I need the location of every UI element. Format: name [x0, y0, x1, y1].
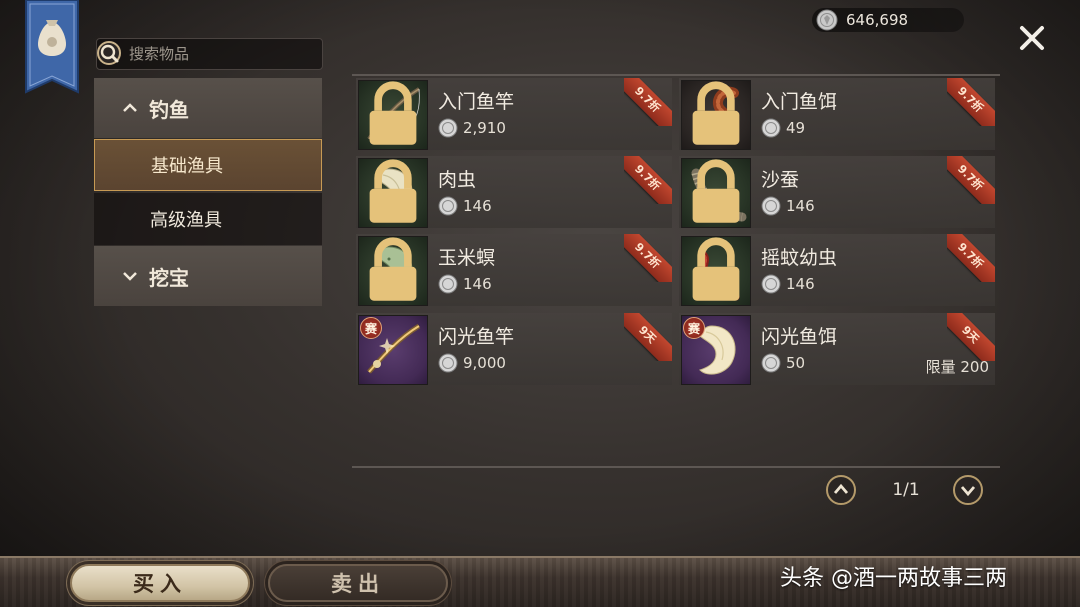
discount-ribbon: 9.7折 [624, 156, 672, 204]
item-price: 146 [761, 196, 815, 216]
ribbon-label: 9.7折 [947, 156, 995, 204]
item-price: 146 [438, 196, 492, 216]
item-thumbnail [681, 236, 751, 306]
page-down-button[interactable] [952, 474, 984, 506]
ribbon-label: 9.7折 [624, 156, 672, 204]
ribbon-label: 9.7折 [624, 234, 672, 282]
item-price: 146 [761, 274, 815, 294]
lock-icon [692, 237, 740, 301]
item-thumbnail: 赛 [358, 315, 428, 385]
item-thumbnail [358, 80, 428, 150]
shop-item-card[interactable]: 入门鱼饵 49 9.7折 [679, 78, 995, 150]
discount-ribbon: 9.7折 [947, 78, 995, 126]
item-name: 闪光鱼饵 [761, 326, 838, 348]
lock-icon [369, 159, 417, 223]
duration-ribbon: 9天 [947, 313, 995, 361]
item-price-value: 49 [786, 119, 806, 137]
item-name: 摇蚊幼虫 [761, 247, 838, 269]
item-price-value: 2,910 [463, 119, 506, 137]
item-price-value: 146 [786, 275, 815, 293]
watermark-text: 头条 @酒一两故事三两 [780, 566, 1007, 591]
lock-icon [692, 81, 740, 145]
subcategory-advanced-gear-label: 高级渔具 [150, 210, 222, 231]
silver-coin-icon [761, 196, 781, 216]
silver-coin-icon [438, 118, 458, 138]
item-price-value: 146 [463, 275, 492, 293]
ribbon-label: 9.7折 [947, 78, 995, 126]
buy-tab-button[interactable]: 买入 [70, 564, 250, 602]
item-name: 玉米螟 [438, 247, 496, 269]
ribbon-label: 9.7折 [624, 78, 672, 126]
silver-coin-icon [761, 274, 781, 294]
silver-coin-icon [761, 118, 781, 138]
page-indicator: 1/1 [892, 480, 920, 500]
item-price-value: 146 [786, 197, 815, 215]
search-icon [97, 41, 121, 65]
shop-item-card[interactable]: 赛 闪光鱼竿 9,000 9天 [356, 313, 672, 385]
silver-coin-icon [438, 274, 458, 294]
subcategory-basic-gear-label: 基础渔具 [151, 156, 223, 177]
item-name: 肉虫 [438, 169, 477, 191]
silver-coin-icon [761, 353, 781, 373]
subcategory-advanced-gear[interactable]: 高级渔具 [94, 193, 322, 245]
item-thumbnail [681, 158, 751, 228]
category-fishing[interactable]: 钓鱼 [94, 78, 322, 138]
search-box[interactable] [96, 38, 323, 70]
item-price: 2,910 [438, 118, 506, 138]
sell-tab-button[interactable]: 卖出 [268, 564, 448, 602]
search-input[interactable] [129, 45, 309, 63]
event-badge: 赛 [683, 317, 705, 339]
grid-divider-bottom [352, 466, 1000, 468]
chevron-up-icon [123, 103, 137, 112]
silver-coin-icon [438, 196, 458, 216]
duration-ribbon: 9天 [624, 313, 672, 361]
category-fishing-label: 钓鱼 [149, 97, 189, 122]
close-icon[interactable] [1016, 22, 1048, 54]
silver-currency-display: 646,698 [812, 8, 964, 32]
item-thumbnail [358, 236, 428, 306]
item-thumbnail [681, 80, 751, 150]
grid-divider-top [352, 74, 1000, 76]
item-price: 50 [761, 353, 805, 373]
discount-ribbon: 9.7折 [947, 156, 995, 204]
item-name: 闪光鱼竿 [438, 326, 515, 348]
item-name: 入门鱼饵 [761, 91, 838, 113]
item-price: 146 [438, 274, 492, 294]
lock-icon [369, 81, 417, 145]
discount-ribbon: 9.7折 [947, 234, 995, 282]
category-treasure-dig-label: 挖宝 [149, 265, 189, 290]
shop-item-card[interactable]: 摇蚊幼虫 146 9.7折 [679, 234, 995, 306]
shop-item-card[interactable]: 玉米螟 146 9.7折 [356, 234, 672, 306]
subcategory-basic-gear[interactable]: 基础渔具 [94, 139, 322, 191]
chevron-down-icon [123, 272, 137, 281]
ribbon-label: 9天 [947, 313, 995, 361]
discount-ribbon: 9.7折 [624, 234, 672, 282]
discount-ribbon: 9.7折 [624, 78, 672, 126]
silver-coin-icon [438, 353, 458, 373]
item-price-value: 9,000 [463, 354, 506, 372]
silver-coin-icon [816, 9, 838, 31]
category-treasure-dig[interactable]: 挖宝 [94, 246, 322, 306]
item-thumbnail: 赛 [681, 315, 751, 385]
item-name: 沙蚕 [761, 169, 800, 191]
shop-item-card[interactable]: 肉虫 146 9.7折 [356, 156, 672, 228]
ribbon-label: 9.7折 [947, 234, 995, 282]
item-price: 49 [761, 118, 805, 138]
shop-item-card[interactable]: 入门鱼竿 2,910 9.7折 [356, 78, 672, 150]
page-up-button[interactable] [825, 474, 857, 506]
event-badge: 赛 [360, 317, 382, 339]
shop-item-card[interactable]: 沙蚕 146 9.7折 [679, 156, 995, 228]
currency-amount: 646,698 [846, 11, 909, 29]
item-price-value: 50 [786, 354, 806, 372]
lock-icon [369, 237, 417, 301]
item-name: 入门鱼竿 [438, 91, 515, 113]
shop-item-card[interactable]: 赛 闪光鱼饵 50 限量 200 9天 [679, 313, 995, 385]
item-price-value: 146 [463, 197, 492, 215]
shop-bag-banner-icon [25, 0, 79, 94]
item-thumbnail [358, 158, 428, 228]
lock-icon [692, 159, 740, 223]
ribbon-label: 9天 [624, 313, 672, 361]
item-price: 9,000 [438, 353, 506, 373]
